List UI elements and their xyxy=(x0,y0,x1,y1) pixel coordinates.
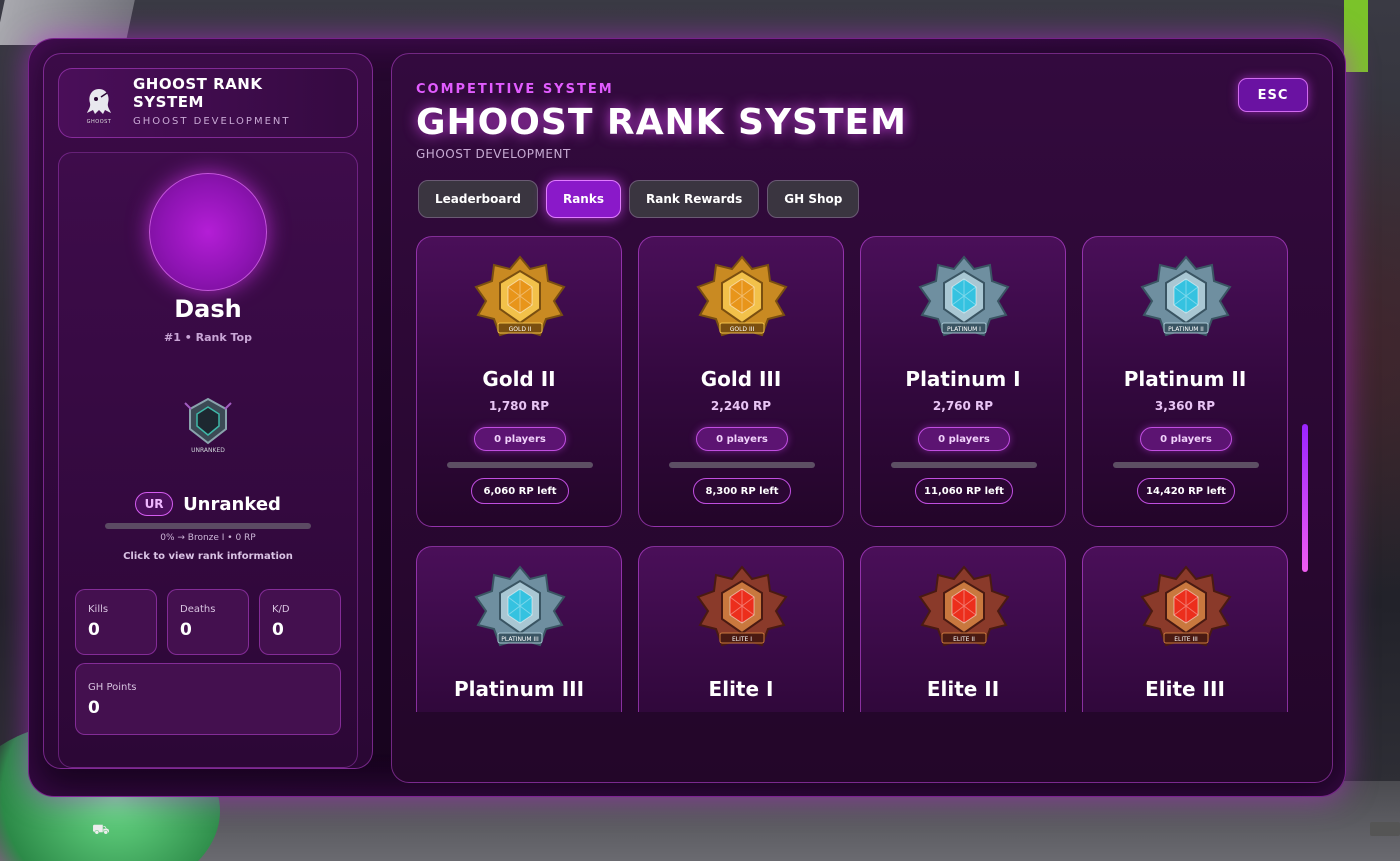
rank-card-rp-left: 6,060 RP left xyxy=(471,478,569,504)
rank-card[interactable]: PLATINUM III Platinum III xyxy=(416,546,622,712)
emblem-label: PLATINUM III xyxy=(501,636,539,643)
current-rank[interactable]: UR Unranked xyxy=(59,491,357,517)
rank-card-progress-bar xyxy=(1113,462,1259,468)
stat-label: K/D xyxy=(272,604,290,615)
stat-label: Deaths xyxy=(180,604,216,615)
rank-card-rp: 1,780 RP xyxy=(488,399,550,413)
rank-card-name: Elite I xyxy=(708,677,774,701)
rank-card[interactable]: GOLD III Gold III 2,240 RP 0 players 8,3… xyxy=(638,236,844,527)
rank-card-rp-left: 11,060 RP left xyxy=(915,478,1013,504)
rank-card-players: 0 players xyxy=(474,427,566,451)
player-position: #1 • Rank Top xyxy=(164,331,252,344)
rank-card-progress-bar xyxy=(669,462,815,468)
brand-subtitle: GHOOST DEVELOPMENT xyxy=(133,116,291,127)
ghost-logo-icon: GHOOST xyxy=(79,83,119,125)
rank-grid: GOLD II Gold II 1,780 RP 0 players 6,060… xyxy=(416,236,1290,712)
player-profile-card: Dash #1 • Rank Top UNRANKED UR Unranked … xyxy=(58,152,358,768)
emblem-label: PLATINUM I xyxy=(947,326,981,333)
rank-card-progress-bar xyxy=(891,462,1037,468)
rank-card-name: Elite III xyxy=(1145,677,1225,701)
tab-rank-rewards[interactable]: Rank Rewards xyxy=(628,180,760,218)
rank-card-rp: 2,240 RP xyxy=(710,399,772,413)
emblem-label: GOLD II xyxy=(509,326,532,333)
gold-rank-emblem-icon: GOLD III xyxy=(692,253,792,353)
section-eyebrow: COMPETITIVE SYSTEM xyxy=(416,82,614,97)
avatar[interactable] xyxy=(149,173,267,291)
rank-info-link[interactable]: Click to view rank information xyxy=(59,551,357,562)
points-label: GH Points xyxy=(88,682,137,693)
rank-card-name: Platinum I xyxy=(905,367,1021,391)
rank-card-rp-left: 8,300 RP left xyxy=(693,478,791,504)
stat-kills: Kills 0 xyxy=(75,589,157,655)
unranked-emblem-icon[interactable]: UNRANKED xyxy=(183,395,233,455)
rank-card[interactable]: GOLD II Gold II 1,780 RP 0 players 6,060… xyxy=(416,236,622,527)
points-value: 0 xyxy=(88,698,100,718)
stat-label: Kills xyxy=(88,604,109,615)
rank-card-progress-bar xyxy=(447,462,593,468)
rank-card-rp: 3,360 RP xyxy=(1154,399,1216,413)
rank-card-name: Gold III xyxy=(700,367,782,391)
rank-name: Unranked xyxy=(183,493,281,515)
emblem-label: ELITE II xyxy=(953,636,975,643)
logo-text: GHOOST xyxy=(86,119,112,125)
stat-value: 0 xyxy=(272,620,284,640)
rank-card-rp-left: 14,420 RP left xyxy=(1137,478,1235,504)
rank-card-name: Gold II xyxy=(482,367,556,391)
rank-card[interactable]: ELITE II Elite II xyxy=(860,546,1066,712)
rank-card-players: 0 players xyxy=(1140,427,1232,451)
tab-bar: Leaderboard Ranks Rank Rewards GH Shop xyxy=(418,180,860,218)
tab-ranks[interactable]: Ranks xyxy=(545,180,621,218)
rank-badge: UR xyxy=(135,492,174,516)
rank-card-rp: 2,760 RP xyxy=(932,399,994,413)
brand-title: GHOOST RANK SYSTEM xyxy=(133,75,263,111)
emblem-label: PLATINUM II xyxy=(1168,326,1204,333)
rank-card-name: Elite II xyxy=(926,677,1000,701)
stat-kd: K/D 0 xyxy=(259,589,341,655)
rank-card-players: 0 players xyxy=(696,427,788,451)
platinum-rank-emblem-icon: PLATINUM I xyxy=(914,253,1014,353)
emblem-label: ELITE III xyxy=(1174,636,1198,643)
rank-card-name: Platinum II xyxy=(1123,367,1247,391)
elite-rank-emblem-icon: ELITE II xyxy=(914,563,1014,663)
page-title: GHOOST RANK SYSTEM xyxy=(416,102,907,143)
tab-gh-shop[interactable]: GH Shop xyxy=(767,180,860,218)
elite-rank-emblem-icon: ELITE I xyxy=(692,563,792,663)
rank-system-window: GHOOST GHOOST RANK SYSTEM GHOOST DEVELOP… xyxy=(28,38,1346,797)
platinum-rank-emblem-icon: PLATINUM II xyxy=(1136,253,1236,353)
tab-leaderboard[interactable]: Leaderboard xyxy=(418,180,538,218)
emblem-label: UNRANKED xyxy=(191,447,225,454)
stat-value: 0 xyxy=(180,620,192,640)
brand-header: GHOOST GHOOST RANK SYSTEM GHOOST DEVELOP… xyxy=(58,68,358,138)
scrollbar[interactable] xyxy=(1302,424,1308,572)
platinum-rank-emblem-icon: PLATINUM III xyxy=(470,563,570,663)
emblem-label: GOLD III xyxy=(730,326,755,333)
green-sign xyxy=(1344,0,1368,72)
player-name: Dash xyxy=(174,295,242,323)
rank-card-players: 0 players xyxy=(918,427,1010,451)
emblem-label: ELITE I xyxy=(732,636,752,643)
elite-rank-emblem-icon: ELITE III xyxy=(1136,563,1236,663)
rank-progress-text: 0% → Bronze I • 0 RP xyxy=(160,533,256,543)
rank-card[interactable]: PLATINUM I Platinum I 2,760 RP 0 players… xyxy=(860,236,1066,527)
gold-rank-emblem-icon: GOLD II xyxy=(470,253,570,353)
stat-deaths: Deaths 0 xyxy=(167,589,249,655)
weapon-icon xyxy=(1370,822,1400,836)
cursor-icon: ⛟ xyxy=(92,822,110,838)
rank-card[interactable]: ELITE III Elite III xyxy=(1082,546,1288,712)
rank-progress-bar xyxy=(105,523,311,529)
rank-card[interactable]: ELITE I Elite I xyxy=(638,546,844,712)
main-panel: COMPETITIVE SYSTEM GHOOST RANK SYSTEM GH… xyxy=(391,53,1333,783)
gh-points: GH Points 0 xyxy=(75,663,341,735)
rank-card-name: Platinum III xyxy=(453,677,585,701)
sidebar: GHOOST GHOOST RANK SYSTEM GHOOST DEVELOP… xyxy=(43,53,373,769)
page-subtitle: GHOOST DEVELOPMENT xyxy=(416,147,571,161)
stat-value: 0 xyxy=(88,620,100,640)
close-button[interactable]: ESC xyxy=(1238,78,1308,112)
rank-card[interactable]: PLATINUM II Platinum II 3,360 RP 0 playe… xyxy=(1082,236,1288,527)
